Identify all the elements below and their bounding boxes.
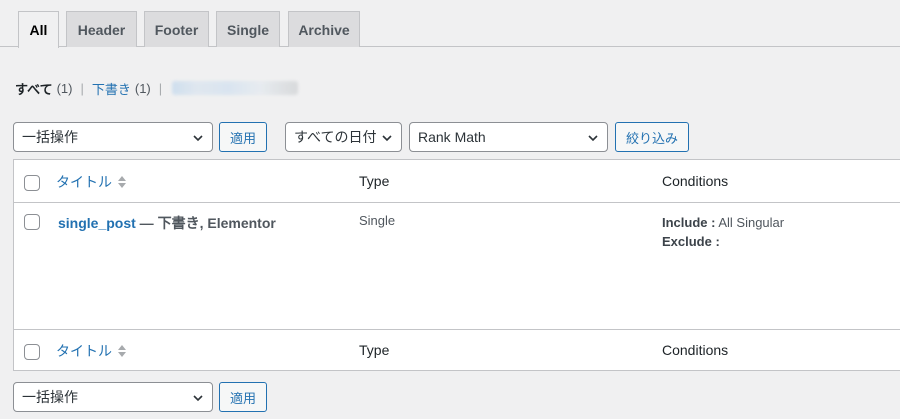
row-type: Single <box>359 213 396 228</box>
status-separator: | <box>158 80 163 96</box>
bulk-action-select-top[interactable]: 一括操作 <box>13 122 213 152</box>
row-checkbox[interactable] <box>24 214 40 230</box>
template-title-link[interactable]: single_post <box>58 215 136 231</box>
post-state: — 下書き, Elementor <box>135 215 276 231</box>
status-draft-link[interactable]: 下書き <box>92 79 131 98</box>
filter-button[interactable]: 絞り込み <box>615 122 689 152</box>
tab-footer-label: Footer <box>154 21 199 38</box>
apply-button-top[interactable]: 適用 <box>219 122 267 152</box>
tab-archive[interactable]: Archive <box>288 11 360 47</box>
filter-button-label: 絞り込み <box>625 130 678 146</box>
column-type: Type <box>359 173 390 189</box>
column-conditions-footer: Conditions <box>662 342 729 358</box>
apply-button-label: 適用 <box>229 390 256 406</box>
column-title-sort-footer[interactable]: タイトル <box>56 341 126 361</box>
include-value: All Singular <box>715 215 785 230</box>
column-title-label: タイトル <box>56 343 112 359</box>
exclude-label: Exclude : <box>662 234 720 249</box>
apply-button-bottom[interactable]: 適用 <box>219 382 267 412</box>
bulk-action-value: 一括操作 <box>22 389 78 405</box>
chevron-down-icon <box>193 395 203 402</box>
tab-archive-label: Archive <box>298 21 350 38</box>
select-all-checkbox[interactable] <box>24 175 40 191</box>
tab-header[interactable]: Header <box>66 11 137 47</box>
select-all-checkbox-footer[interactable] <box>24 344 40 360</box>
tab-all-label: All <box>29 22 48 38</box>
table-footer: タイトル Type Conditions <box>14 329 900 371</box>
templates-table: タイトル Type Conditions single_post — 下書き, … <box>13 159 900 371</box>
column-title-label: タイトル <box>56 174 112 190</box>
status-draft-count: (1) <box>134 80 151 96</box>
tab-footer[interactable]: Footer <box>144 11 209 47</box>
column-title-sort[interactable]: タイトル <box>56 172 126 192</box>
template-type-tabs: All Header Footer Single Archive <box>0 0 900 48</box>
row-title: single_post — 下書き, Elementor <box>58 213 276 233</box>
tab-header-label: Header <box>77 21 126 38</box>
sort-icon <box>118 176 126 188</box>
chevron-down-icon <box>588 135 598 142</box>
column-conditions: Conditions <box>662 173 729 189</box>
date-filter-value: すべての日付 <box>294 129 377 145</box>
row-conditions: Include : All Singular Exclude : <box>662 213 784 251</box>
table-row: single_post — 下書き, Elementor Single Incl… <box>14 203 900 329</box>
sort-icon <box>118 345 126 357</box>
column-type-footer: Type <box>359 342 390 358</box>
tab-single-label: Single <box>226 21 269 38</box>
apply-button-label: 適用 <box>229 130 256 146</box>
tab-all[interactable]: All <box>18 11 59 48</box>
date-filter-select[interactable]: すべての日付 <box>285 122 402 152</box>
status-all-count: (1) <box>56 80 73 96</box>
bulk-action-select-bottom[interactable]: 一括操作 <box>13 382 213 412</box>
seo-filter-value: Rank Math <box>418 129 486 145</box>
chevron-down-icon <box>382 135 392 142</box>
status-separator: | <box>80 80 84 96</box>
status-all-link[interactable]: すべて <box>15 79 53 98</box>
bulk-action-value: 一括操作 <box>22 129 78 145</box>
redacted-status-link <box>172 81 299 95</box>
chevron-down-icon <box>193 135 203 142</box>
status-filter-links: すべて (1) | 下書き (1) | <box>15 78 299 98</box>
include-label: Include : <box>662 215 716 230</box>
seo-filter-select[interactable]: Rank Math <box>409 122 608 152</box>
tab-single[interactable]: Single <box>216 11 280 47</box>
table-header: タイトル Type Conditions <box>14 160 900 203</box>
